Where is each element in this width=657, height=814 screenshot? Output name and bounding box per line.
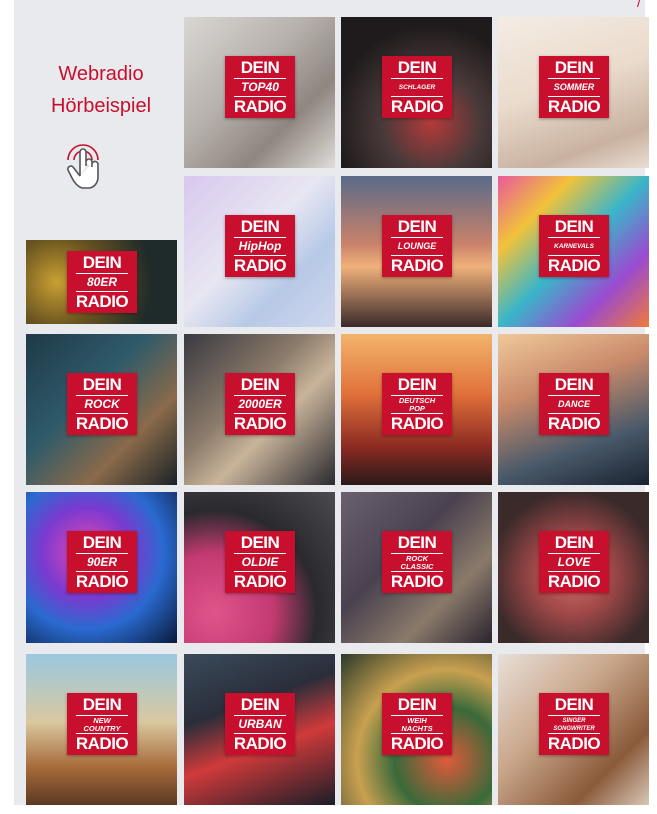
genre-label: KARNEVALS	[554, 243, 594, 250]
genre-label: ROCK CLASSIC	[400, 554, 434, 571]
station-tile-rock[interactable]: DEIN ROCK RADIO	[26, 334, 177, 485]
station-tile-singersongwriter[interactable]: DEIN SINGER SONGWRITER RADIO	[498, 654, 649, 805]
genre-label: 90ER	[86, 555, 118, 569]
genre-label: DANCE	[557, 399, 590, 409]
genre-label: SOMMER	[553, 82, 595, 92]
station-logo: DEIN TOP40 RADIO	[225, 56, 295, 118]
station-logo: DEIN ROCK RADIO	[67, 373, 137, 435]
genre-label: WEIH NACHTS	[401, 716, 433, 733]
genre-label: TOP40	[241, 80, 279, 94]
station-logo: DEIN LOVE RADIO	[539, 531, 609, 593]
genre-label: SINGER SONGWRITER	[553, 717, 595, 732]
station-logo: DEIN LOUNGE RADIO	[382, 215, 452, 277]
genre-label: 2000ER	[238, 397, 282, 411]
corner-mark: /	[637, 0, 641, 10]
genre-label: HipHop	[238, 239, 282, 253]
station-logo: DEIN DANCE RADIO	[539, 373, 609, 435]
station-logo: DEIN 90ER RADIO	[67, 531, 137, 593]
station-tile-newcountry[interactable]: DEIN NEW COUNTRY RADIO	[26, 654, 177, 805]
station-tile-weihnachts[interactable]: DEIN WEIH NACHTS RADIO	[341, 654, 492, 805]
touch-hand-icon	[67, 144, 99, 189]
station-logo: DEIN SOMMER RADIO	[539, 56, 609, 118]
station-tile-love[interactable]: DEIN LOVE RADIO	[498, 492, 649, 643]
station-logo: DEIN KARNEVALS RADIO	[539, 215, 609, 277]
station-tile-oldie[interactable]: DEIN OLDIE RADIO	[184, 492, 335, 643]
station-tile-urban[interactable]: DEIN URBAN RADIO	[184, 654, 335, 805]
station-tile-rockclassic[interactable]: DEIN ROCK CLASSIC RADIO	[341, 492, 492, 643]
intro-caption: Webradio Hörbeispiel	[26, 58, 176, 122]
intro-line-2: Hörbeispiel	[50, 95, 152, 117]
station-logo: DEIN SINGER SONGWRITER RADIO	[539, 693, 609, 755]
station-logo: DEIN NEW COUNTRY RADIO	[67, 693, 137, 755]
station-logo: DEIN 80ER RADIO	[67, 251, 137, 313]
station-tile-90er[interactable]: DEIN 90ER RADIO	[26, 492, 177, 643]
station-logo: DEIN SCHLAGER RADIO	[382, 56, 452, 118]
genre-label: ROCK	[84, 397, 120, 411]
station-tile-lounge[interactable]: DEIN LOUNGE RADIO	[341, 176, 492, 327]
station-tile-schlager[interactable]: DEIN SCHLAGER RADIO	[341, 17, 492, 168]
genre-label: NEW COUNTRY	[83, 716, 121, 733]
genre-label: OLDIE	[241, 555, 279, 569]
station-logo: DEIN 2000ER RADIO	[225, 373, 295, 435]
genre-label: SCHLAGER	[398, 84, 436, 91]
station-tile-dance[interactable]: DEIN DANCE RADIO	[498, 334, 649, 485]
station-logo: DEIN URBAN RADIO	[225, 693, 295, 755]
station-tile-2000er[interactable]: DEIN 2000ER RADIO	[184, 334, 335, 485]
intro-line-1: Webradio	[58, 63, 144, 85]
genre-label: 80ER	[86, 275, 118, 289]
genre-label: LOVE	[557, 555, 591, 569]
genre-label: DEUTSCH POP	[398, 396, 436, 413]
genre-label: URBAN	[238, 717, 282, 731]
station-tile-deutschpop[interactable]: DEIN DEUTSCH POP RADIO	[341, 334, 492, 485]
genre-label: LOUNGE	[397, 241, 437, 251]
station-logo: DEIN DEUTSCH POP RADIO	[382, 373, 452, 435]
station-tile-sommer[interactable]: DEIN SOMMER RADIO	[498, 17, 649, 168]
station-logo: DEIN OLDIE RADIO	[225, 531, 295, 593]
station-logo: DEIN HipHop RADIO	[225, 215, 295, 277]
station-tile-80er[interactable]: DEIN 80ER RADIO	[26, 240, 177, 324]
station-logo: DEIN WEIH NACHTS RADIO	[382, 693, 452, 755]
station-tile-karnevals[interactable]: DEIN KARNEVALS RADIO	[498, 176, 649, 327]
station-logo: DEIN ROCK CLASSIC RADIO	[382, 531, 452, 593]
station-tile-hiphop[interactable]: DEIN HipHop RADIO	[184, 176, 335, 327]
station-tile-top40[interactable]: DEIN TOP40 RADIO	[184, 17, 335, 168]
